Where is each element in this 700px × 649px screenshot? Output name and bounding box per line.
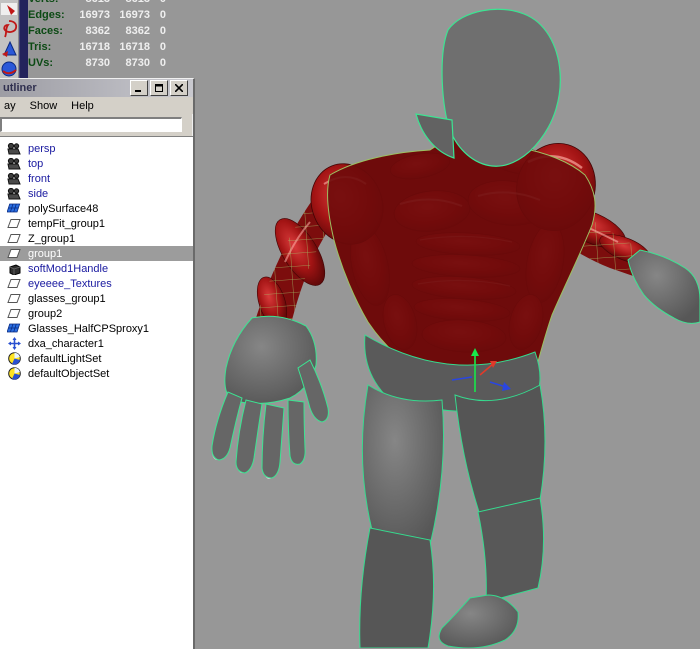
transform-icon (7, 277, 21, 290)
hud-stat-label: Verts: (28, 0, 72, 5)
camera-icon (7, 157, 21, 170)
move-tool-icon[interactable] (0, 40, 18, 58)
outliner-item-dxa_character1[interactable]: dxa_character1 (0, 336, 193, 351)
set-icon (7, 352, 21, 365)
hud-stat-label: Edges: (28, 9, 72, 21)
outliner-item-group1[interactable]: group1 (0, 246, 193, 261)
hud-row-faces: Faces:836283620 (28, 23, 166, 39)
model-torso (299, 134, 605, 390)
outliner-item-label: side (28, 188, 48, 200)
hud-stat-label: Faces: (28, 25, 72, 37)
character-icon (7, 337, 21, 350)
minimize-button[interactable] (130, 80, 148, 96)
outliner-item-defaultLightSet[interactable]: defaultLightSet (0, 351, 193, 366)
hud-stat-value: 0 (150, 41, 166, 53)
outliner-item-group2[interactable]: group2 (0, 306, 193, 321)
outliner-item-persp[interactable]: persp (0, 141, 193, 156)
hud-stat-value: 8730 (110, 57, 150, 69)
hud-stat-value: 16718 (110, 41, 150, 53)
mesh-icon (7, 322, 21, 335)
outliner-item-side[interactable]: side (0, 186, 193, 201)
model-head (416, 9, 560, 166)
transform-icon (7, 247, 21, 260)
outliner-list: persp top front side polySurface48 tempFit_gr… (0, 138, 193, 649)
outliner-item-label: defaultLightSet (28, 353, 101, 365)
outliner-titlebar[interactable]: utliner (0, 79, 193, 97)
outliner-item-label: eyeeee_Textures (28, 278, 112, 290)
hud-row-tris: Tris:16718167180 (28, 39, 166, 55)
outliner-item-label: Z_group1 (28, 233, 75, 245)
outliner-item-tempFit_group1[interactable]: tempFit_group1 (0, 216, 193, 231)
toolbox-strip (0, 0, 28, 78)
outliner-item-label: persp (28, 143, 56, 155)
outliner-item-label: front (28, 173, 50, 185)
outliner-item-softMod1Handle[interactable]: softMod1Handle (0, 261, 193, 276)
hud-stat-value: 8613 (72, 0, 110, 5)
outliner-item-label: dxa_character1 (28, 338, 104, 350)
poly-count-hud: Verts:861386130Edges:16973169730Faces:83… (28, 0, 166, 71)
outliner-item-label: tempFit_group1 (28, 218, 105, 230)
hud-stat-value: 8730 (72, 57, 110, 69)
window-title: utliner (3, 82, 130, 94)
outliner-item-label: top (28, 158, 43, 170)
transform-icon (7, 217, 21, 230)
outliner-item-label: polySurface48 (28, 203, 98, 215)
outliner-item-front[interactable]: front (0, 171, 193, 186)
maximize-button[interactable] (150, 80, 168, 96)
rotate-tool-icon[interactable] (0, 60, 18, 78)
transform-icon (7, 232, 21, 245)
hud-stat-value: 8613 (110, 0, 150, 5)
set-icon (7, 367, 21, 380)
hud-stat-value: 16973 (72, 9, 110, 21)
lasso-tool-icon[interactable] (0, 20, 18, 38)
hud-stat-value: 0 (150, 25, 166, 37)
hud-stat-value: 8362 (72, 25, 110, 37)
outliner-item-label: group2 (28, 308, 62, 320)
outliner-item-eyeeee_Textures[interactable]: eyeeee_Textures (0, 276, 193, 291)
camera-icon (7, 172, 21, 185)
model-left-hand (212, 316, 329, 479)
outliner-filter-input[interactable] (0, 117, 182, 132)
menu-item-show[interactable]: Show (30, 100, 58, 112)
hud-row-edges: Edges:16973169730 (28, 7, 166, 23)
hud-row-uvs: UVs:873087300 (28, 55, 166, 71)
hud-stat-value: 8362 (110, 25, 150, 37)
softmod-icon (7, 262, 21, 275)
model-right-hand (628, 250, 700, 323)
outliner-window: utliner ay Show Help persp top front side poly… (0, 78, 195, 649)
outliner-item-defaultObjectSet[interactable]: defaultObjectSet (0, 366, 193, 381)
outliner-item-label: glasses_group1 (28, 293, 106, 305)
outliner-item-label: softMod1Handle (28, 263, 108, 275)
outliner-item-label: group1 (28, 248, 62, 260)
close-button[interactable] (170, 80, 188, 96)
outliner-menubar: ay Show Help (0, 97, 193, 114)
outliner-item-glasses_group1[interactable]: glasses_group1 (0, 291, 193, 306)
outliner-item-Glasses_HalfCPSproxy1[interactable]: Glasses_HalfCPSproxy1 (0, 321, 193, 336)
hud-stat-label: UVs: (28, 57, 72, 69)
hud-stat-value: 0 (150, 9, 166, 21)
hud-stat-label: Tris: (28, 41, 72, 53)
panel-border (19, 0, 28, 78)
outliner-item-polySurface48[interactable]: polySurface48 (0, 201, 193, 216)
camera-icon (7, 142, 21, 155)
model-legs (360, 335, 545, 648)
transform-icon (7, 307, 21, 320)
outliner-item-label: defaultObjectSet (28, 368, 109, 380)
hud-stat-value: 16718 (72, 41, 110, 53)
camera-icon (7, 187, 21, 200)
menu-item-ay[interactable]: ay (4, 100, 16, 112)
hud-stat-value: 0 (150, 0, 166, 5)
menu-item-help[interactable]: Help (71, 100, 94, 112)
hud-stat-value: 16973 (110, 9, 150, 21)
outliner-item-top[interactable]: top (0, 156, 193, 171)
select-tool-icon[interactable] (0, 0, 18, 18)
outliner-item-label: Glasses_HalfCPSproxy1 (28, 323, 149, 335)
transform-icon (7, 292, 21, 305)
outliner-item-Z_group1[interactable]: Z_group1 (0, 231, 193, 246)
mesh-icon (7, 202, 21, 215)
hud-row-verts: Verts:861386130 (28, 0, 166, 7)
hud-stat-value: 0 (150, 57, 166, 69)
